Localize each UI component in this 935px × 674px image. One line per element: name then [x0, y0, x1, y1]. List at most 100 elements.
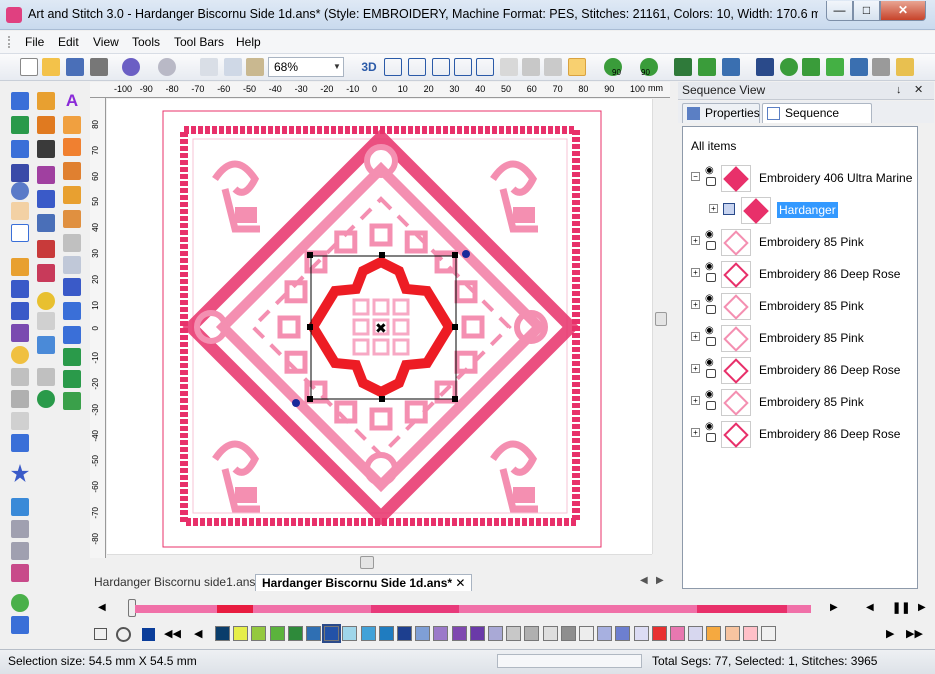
lock-icon[interactable]	[706, 177, 716, 186]
picture-icon[interactable]	[522, 58, 540, 76]
scissors-icon[interactable]	[11, 542, 29, 560]
circle-array-icon[interactable]	[780, 58, 798, 76]
doc-tab-side1[interactable]: Hardanger Biscornu side1.ans	[88, 574, 261, 591]
stitch-color-timeline[interactable]	[135, 605, 811, 613]
vertical-scroll-thumb[interactable]	[655, 312, 667, 326]
hardanger-icon[interactable]	[63, 278, 81, 296]
fill-pattern-icon[interactable]	[37, 166, 55, 184]
visibility-eye-icon[interactable]: ◉	[705, 390, 719, 400]
rectangle-icon[interactable]	[11, 434, 29, 452]
sequence-row[interactable]: − ◉ Embroidery 406 Ultra Marine	[683, 163, 917, 193]
grid-icon[interactable]	[384, 58, 402, 76]
palette-color-swatch[interactable]	[251, 626, 267, 641]
contour-fill-icon[interactable]	[63, 210, 81, 228]
visibility-eye-icon[interactable]: ◉	[705, 166, 719, 176]
player-back-icon[interactable]: ◀	[98, 602, 106, 613]
palette-color-swatch[interactable]	[542, 626, 558, 641]
fill-gradient-icon[interactable]	[63, 138, 81, 156]
app-icon[interactable]	[6, 7, 22, 23]
expand-icon[interactable]	[826, 58, 844, 76]
palette-color-swatch[interactable]	[524, 626, 540, 641]
sequence-tree[interactable]: All items − ◉ Embroidery 406 Ultra Marine +…	[682, 126, 918, 589]
new-file-icon[interactable]	[20, 58, 38, 76]
open-file-icon[interactable]	[42, 58, 60, 76]
expand-toggle-icon[interactable]: +	[691, 332, 700, 341]
polyline-icon[interactable]	[11, 302, 29, 320]
expand-toggle-icon[interactable]: +	[691, 300, 700, 309]
eraser-icon[interactable]	[11, 368, 29, 386]
motif-icon[interactable]	[37, 264, 55, 282]
needle-icon[interactable]	[11, 520, 29, 538]
menu-tools[interactable]: Tools	[132, 35, 160, 49]
palette-color-swatch[interactable]	[706, 626, 722, 641]
palette-first-icon[interactable]: ◀◀	[164, 627, 181, 640]
measure-icon[interactable]	[11, 224, 29, 242]
palette-color-swatch[interactable]	[287, 626, 303, 641]
palette-color-swatch[interactable]	[488, 626, 503, 641]
design-canvas[interactable]: ✖	[107, 99, 652, 554]
mirror-horizontal-icon[interactable]	[698, 58, 716, 76]
player-forward-icon[interactable]: ▶	[830, 602, 838, 613]
pan-hand-icon[interactable]	[11, 202, 29, 220]
point-icon[interactable]	[37, 292, 55, 310]
horizontal-scrollbar[interactable]	[107, 554, 652, 570]
visibility-eye-icon[interactable]: ◉	[705, 294, 719, 304]
running-stitch-icon[interactable]	[37, 140, 55, 158]
arc-icon[interactable]	[11, 324, 29, 342]
square-icon[interactable]	[37, 336, 55, 354]
palette-color-swatch[interactable]	[215, 626, 230, 641]
heart-icon[interactable]	[37, 368, 55, 386]
undo-icon[interactable]	[122, 58, 140, 76]
palette-color-swatch[interactable]	[451, 626, 467, 641]
line-icon[interactable]	[11, 280, 29, 298]
reshape-icon[interactable]	[11, 140, 29, 158]
monogram-icon[interactable]	[63, 116, 81, 134]
zoom-dropdown-icon[interactable]: ▼	[331, 58, 343, 76]
palette-color-swatch[interactable]	[360, 626, 376, 641]
sequence-row[interactable]: + ◉ Embroidery 85 Pink	[683, 227, 917, 257]
visibility-eye-icon[interactable]: ◉	[705, 262, 719, 272]
embroidery-design[interactable]: ✖	[107, 99, 652, 554]
visibility-eye-icon[interactable]: ◉	[705, 358, 719, 368]
spiral-icon[interactable]	[37, 390, 55, 408]
palette-color-swatch[interactable]	[579, 626, 594, 641]
group-icon[interactable]	[872, 58, 890, 76]
palette-color-swatch[interactable]	[742, 626, 758, 641]
layers-icon[interactable]	[544, 58, 562, 76]
chain-icon[interactable]	[63, 370, 81, 388]
stitch-player-icon[interactable]	[568, 58, 586, 76]
freehand-icon[interactable]	[37, 116, 55, 134]
sequence-row[interactable]: + ◉ Embroidery 86 Deep Rose	[683, 419, 917, 449]
fit-icon[interactable]	[408, 58, 426, 76]
sequence-row[interactable]: + ◉ Embroidery 85 Pink	[683, 291, 917, 321]
close-button[interactable]: ✕	[880, 1, 926, 21]
doc-tab-side1d[interactable]: Hardanger Biscornu Side 1d.ans* ✕	[255, 574, 473, 591]
expand-toggle-icon[interactable]: +	[691, 236, 700, 245]
palette-color-swatch[interactable]	[597, 626, 613, 641]
lock-icon[interactable]	[706, 305, 716, 314]
curve-icon[interactable]	[37, 92, 55, 110]
center-icon[interactable]	[802, 58, 820, 76]
pin-icon[interactable]: ↓	[896, 82, 902, 99]
bead-icon[interactable]	[63, 326, 81, 344]
lock-icon[interactable]	[706, 273, 716, 282]
array-icon[interactable]	[756, 58, 774, 76]
paste-icon[interactable]	[246, 58, 264, 76]
palette-color-swatch[interactable]	[322, 624, 342, 643]
frame-icon[interactable]	[454, 58, 472, 76]
visibility-eye-icon[interactable]: ◉	[705, 326, 719, 336]
monitor-icon[interactable]	[476, 58, 494, 76]
palette-color-swatch[interactable]	[761, 626, 776, 641]
vertical-scrollbar[interactable]	[652, 99, 668, 554]
visibility-eye-icon[interactable]: ◉	[705, 230, 719, 240]
menu-file[interactable]: File	[25, 35, 44, 49]
palette-color-swatch[interactable]	[506, 626, 522, 641]
applique-icon[interactable]	[37, 240, 55, 258]
sequence-row[interactable]: + ◉ Embroidery 86 Deep Rose	[683, 355, 917, 385]
cross-stitch-icon[interactable]	[37, 214, 55, 232]
palette-color-swatch[interactable]	[433, 626, 449, 641]
palette-color-swatch[interactable]	[670, 626, 685, 641]
stitch-edit-icon[interactable]	[11, 164, 29, 182]
menu-edit[interactable]: Edit	[58, 35, 79, 49]
trapunto-icon[interactable]	[63, 256, 81, 274]
